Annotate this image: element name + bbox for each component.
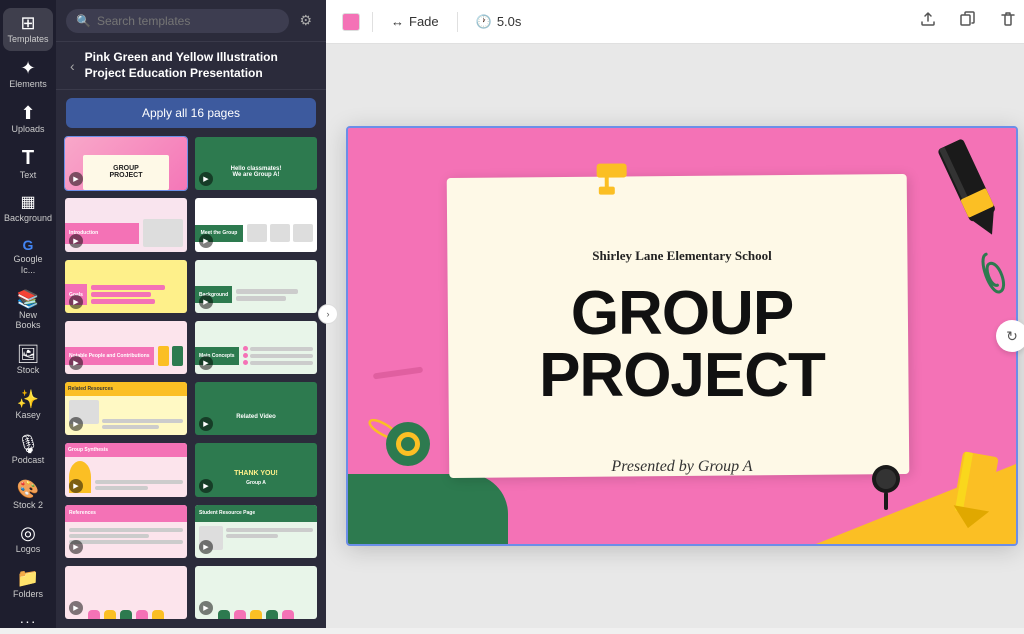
play-icon-4: ▶: [199, 234, 213, 248]
slide-school-name: Shirley Lane Elementary School: [348, 248, 1016, 264]
thumbnail-7[interactable]: Notable People and Contributions ▶: [64, 320, 188, 375]
slide-green-accent: [346, 474, 508, 546]
sidebar-item-more[interactable]: ···: [3, 608, 53, 634]
folders-icon: 📁: [17, 569, 39, 587]
export-icon: [920, 11, 936, 27]
sidebar-item-folders[interactable]: 📁 Folders: [3, 563, 53, 606]
play-icon-15: ▶: [69, 601, 83, 615]
play-icon-6: ▶: [199, 295, 213, 309]
main-area: ↔ Fade 🕐 5.0s: [326, 0, 1024, 628]
export-button[interactable]: [914, 7, 942, 36]
google-icon: G: [23, 238, 34, 252]
search-icon: 🔍: [76, 14, 91, 28]
sidebar-item-elements[interactable]: ✦ Elements: [3, 53, 53, 96]
background-icon: ▦: [20, 195, 35, 211]
thumbnail-13[interactable]: References ▶: [64, 504, 188, 559]
elements-icon: ✦: [20, 59, 35, 77]
sidebar-item-kasey[interactable]: ✨ Kasey: [3, 384, 53, 427]
thumbnail-15[interactable]: ▶: [64, 565, 188, 620]
stock2-icon: 🎨: [17, 480, 39, 498]
toolbar-separator-2: [457, 12, 458, 32]
marker-deco: [941, 138, 1011, 263]
thumbnail-1[interactable]: GROUPPROJECT ▶: [64, 136, 188, 191]
templates-icon: ⊞: [20, 14, 35, 32]
sidebar-item-google-icons[interactable]: G Google Ic...: [3, 232, 53, 282]
thumbnail-4[interactable]: Meet the Group ▶: [194, 197, 318, 252]
sidebar-item-uploads[interactable]: ⬆ Uploads: [3, 98, 53, 141]
apply-all-button[interactable]: Apply all 16 pages: [66, 98, 316, 128]
thumbnail-16[interactable]: ▶: [194, 565, 318, 620]
thumbnail-10[interactable]: Related Video ▶: [194, 381, 318, 436]
thumbnail-11[interactable]: Group Synthesis ▶: [64, 442, 188, 497]
trash-icon: [1000, 11, 1016, 27]
slide-title-line2: PROJECT: [348, 345, 1016, 407]
sidebar-item-logos[interactable]: ◎ Logos: [3, 518, 53, 561]
play-icon-7: ▶: [69, 356, 83, 370]
thumbnail-6[interactable]: Background ▶: [194, 259, 318, 314]
duplicate-button[interactable]: [954, 7, 982, 36]
play-icon-12: ▶: [199, 479, 213, 493]
sidebar-item-templates[interactable]: ⊞ Templates: [3, 8, 53, 51]
thumbnail-5[interactable]: Goals ▶: [64, 259, 188, 314]
play-icon-16: ▶: [199, 601, 213, 615]
sidebar: ⊞ Templates ✦ Elements ⬆ Uploads T Text …: [0, 0, 56, 628]
thumbnail-9[interactable]: Related Resources ▶: [64, 381, 188, 436]
panel-header: ‹ Pink Green and Yellow Illustration Pro…: [56, 42, 326, 90]
uploads-icon: ⬆: [20, 104, 35, 122]
paint-roller-deco: [577, 158, 637, 204]
duration-button[interactable]: 🕐 5.0s: [470, 10, 528, 34]
toolbar-separator: [372, 12, 373, 32]
play-icon-5: ▶: [69, 295, 83, 309]
podcast-icon: 🎙: [17, 435, 40, 453]
clock-icon: 🕐: [476, 14, 492, 30]
more-icon: ···: [20, 614, 37, 628]
slide-title: GROUP PROJECT: [348, 283, 1016, 407]
sidebar-item-podcast[interactable]: 🎙 Podcast: [3, 429, 53, 472]
sidebar-item-background[interactable]: ▦ Background: [3, 189, 53, 230]
canvas-area: Shirley Lane Elementary School GROUP PRO…: [326, 44, 1024, 628]
back-button[interactable]: ‹: [66, 56, 79, 76]
play-icon-13: ▶: [69, 540, 83, 554]
color-swatch[interactable]: [342, 13, 360, 31]
fade-icon: ↔: [391, 14, 404, 29]
thumbnails-grid: GROUPPROJECT ▶ Hello classmates!We are G…: [56, 136, 326, 628]
sidebar-item-new-books[interactable]: 📚 New Books: [3, 284, 53, 338]
refresh-button[interactable]: ↻: [996, 320, 1024, 352]
thumbnail-14[interactable]: Student Resource Page ▶: [194, 504, 318, 559]
books-icon: 📚: [17, 290, 39, 308]
play-icon-8: ▶: [199, 356, 213, 370]
search-input[interactable]: [97, 14, 279, 28]
duplicate-icon: [960, 11, 976, 27]
stock-icon: 🖼: [17, 345, 40, 363]
slide-title-line1: GROUP: [348, 283, 1016, 345]
slide-subtitle: Presented by Group A: [348, 458, 1016, 476]
kasey-icon: ✨: [17, 390, 39, 408]
sidebar-item-stock2[interactable]: 🎨 Stock 2: [3, 474, 53, 517]
slide-canvas[interactable]: Shirley Lane Elementary School GROUP PRO…: [346, 126, 1018, 546]
sidebar-item-text[interactable]: T Text: [3, 142, 53, 187]
filter-button[interactable]: ⚙: [295, 8, 316, 33]
text-icon: T: [22, 148, 34, 168]
play-icon-11: ▶: [69, 479, 83, 493]
toolbar: ↔ Fade 🕐 5.0s: [326, 0, 1024, 44]
templates-panel: 🔍 ⚙ ‹ Pink Green and Yellow Illustration…: [56, 0, 326, 628]
search-input-wrap[interactable]: 🔍: [66, 9, 289, 33]
sidebar-item-stock[interactable]: 🖼 Stock: [3, 339, 53, 382]
thumbnail-2[interactable]: Hello classmates!We are Group A! ▶: [194, 136, 318, 191]
panel-title: Pink Green and Yellow Illustration Proje…: [85, 50, 316, 81]
search-bar: 🔍 ⚙: [56, 0, 326, 42]
play-icon-3: ▶: [69, 234, 83, 248]
thumbnail-8[interactable]: Main Concepts ▶: [194, 320, 318, 375]
play-icon-14: ▶: [199, 540, 213, 554]
thumbnail-3[interactable]: Introduction ▶: [64, 197, 188, 252]
collapse-panel-button[interactable]: ›: [318, 304, 338, 324]
logos-icon: ◎: [20, 524, 36, 542]
thumbnail-12[interactable]: THANK YOU! Group A ▶: [194, 442, 318, 497]
delete-button[interactable]: [994, 7, 1022, 36]
fade-button[interactable]: ↔ Fade: [385, 10, 445, 33]
